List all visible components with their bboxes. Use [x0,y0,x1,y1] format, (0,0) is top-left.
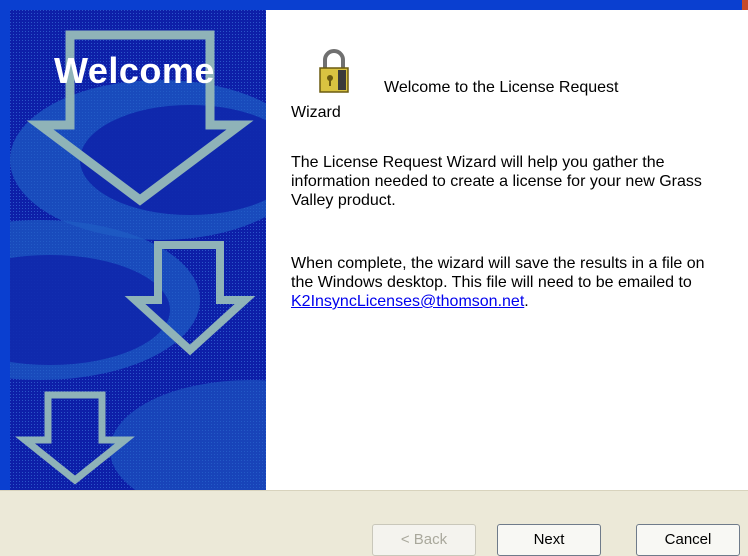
welcome-heading-continued: Wizard [291,104,341,121]
welcome-heading: Welcome to the License Request [384,79,619,96]
instructions-paragraph: When complete, the wizard will save the … [291,254,721,311]
back-button[interactable]: < Back [372,524,476,556]
wizard-content: Welcome to the License Request Wizard Th… [266,10,748,490]
sidebar-title: Welcome [54,50,215,91]
email-link[interactable]: K2InsyncLicenses@thomson.net [291,293,524,310]
window-close-corner[interactable] [742,0,748,10]
cancel-button[interactable]: Cancel [636,524,740,556]
next-button[interactable]: Next [497,524,601,556]
window-frame-top [0,0,748,10]
email-suffix: . [524,293,529,310]
wizard-button-bar: < Back Next Cancel [0,490,748,556]
lock-key-icon [319,49,349,93]
intro-paragraph: The License Request Wizard will help you… [291,154,702,209]
wizard-sidebar-banner: Welcome [10,10,266,490]
window-frame-left [0,0,10,550]
instructions-text: When complete, the wizard will save the … [291,255,705,291]
